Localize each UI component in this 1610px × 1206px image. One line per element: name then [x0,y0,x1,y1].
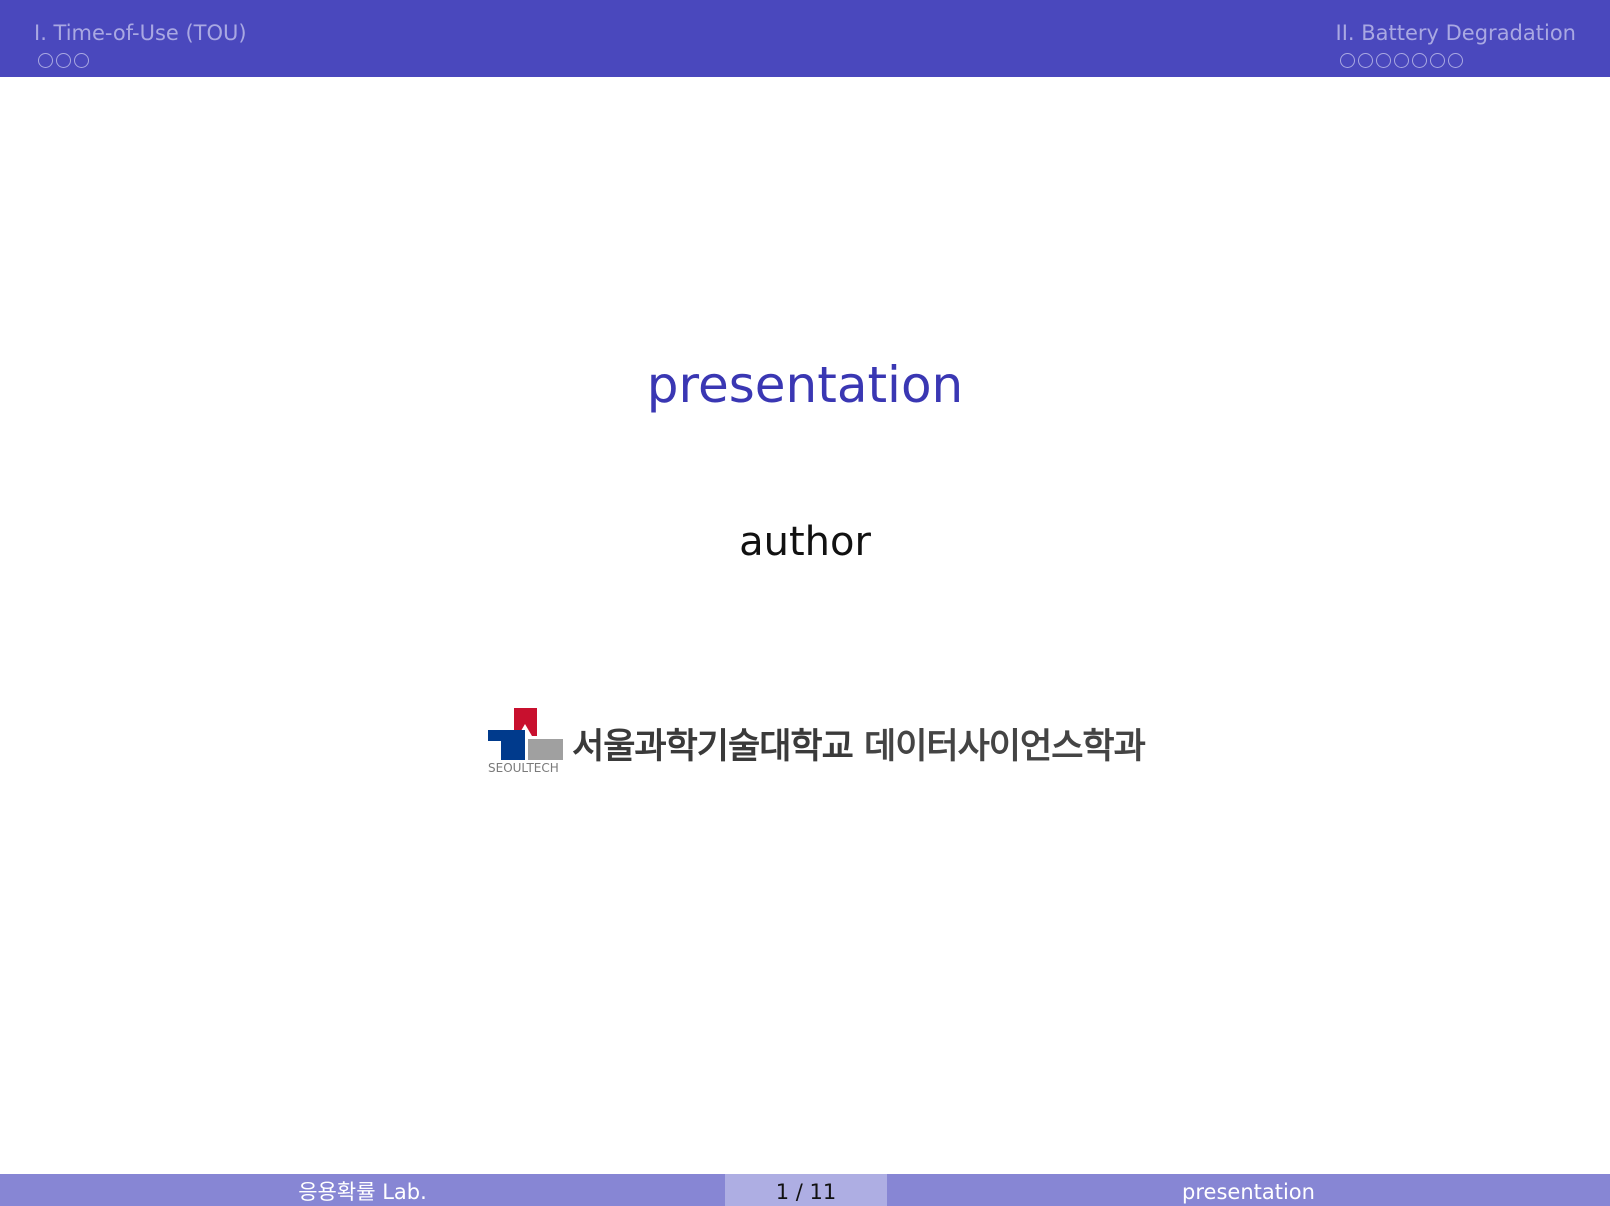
footer-bar: 응용확률 Lab. 1 / 11 presentation [0,1174,1610,1206]
footer-institution: 응용확률 Lab. [0,1174,725,1206]
nav-section-tou[interactable]: I. Time-of-Use (TOU) [34,19,247,68]
logo-university-name: 서울과학기술대학교 [572,727,854,767]
frame-dot[interactable] [1447,53,1463,68]
header-navigation-bar: I. Time-of-Use (TOU) II. Battery Degrada… [0,0,1610,77]
frame-dot[interactable] [56,53,71,68]
slide-author: author [739,519,871,565]
slide-title: presentation [646,356,964,414]
footer-presentation-title: presentation [887,1174,1610,1206]
frame-dot[interactable] [1411,53,1427,68]
logo-department-name: 데이터사이언스학과 [864,727,1146,767]
frame-dot[interactable] [38,53,53,68]
nav-section-frame-dots [1336,53,1577,68]
logo-caption: SEOULTECH [488,761,559,775]
frame-dot[interactable] [1357,53,1373,68]
frame-dot[interactable] [1429,53,1445,68]
frame-dot[interactable] [74,53,89,68]
logo-wordmark: 서울과학기술대학교 데이터사이언스학과 [572,718,1146,769]
seoultech-emblem-icon: SEOULTECH [488,708,563,775]
frame-dot[interactable] [1339,53,1355,68]
frame-dot[interactable] [1393,53,1409,68]
nav-section-title[interactable]: II. Battery Degradation [1336,19,1577,47]
frame-dot[interactable] [1375,53,1391,68]
footer-page-number: 1 / 11 [725,1174,887,1206]
nav-section-title[interactable]: I. Time-of-Use (TOU) [34,19,247,47]
nav-section-frame-dots [34,53,247,68]
seoultech-department-logo: SEOULTECH 서울과학기술대학교 데이터사이언스학과 [488,706,1146,776]
nav-section-battery-degradation[interactable]: II. Battery Degradation [1336,19,1577,68]
